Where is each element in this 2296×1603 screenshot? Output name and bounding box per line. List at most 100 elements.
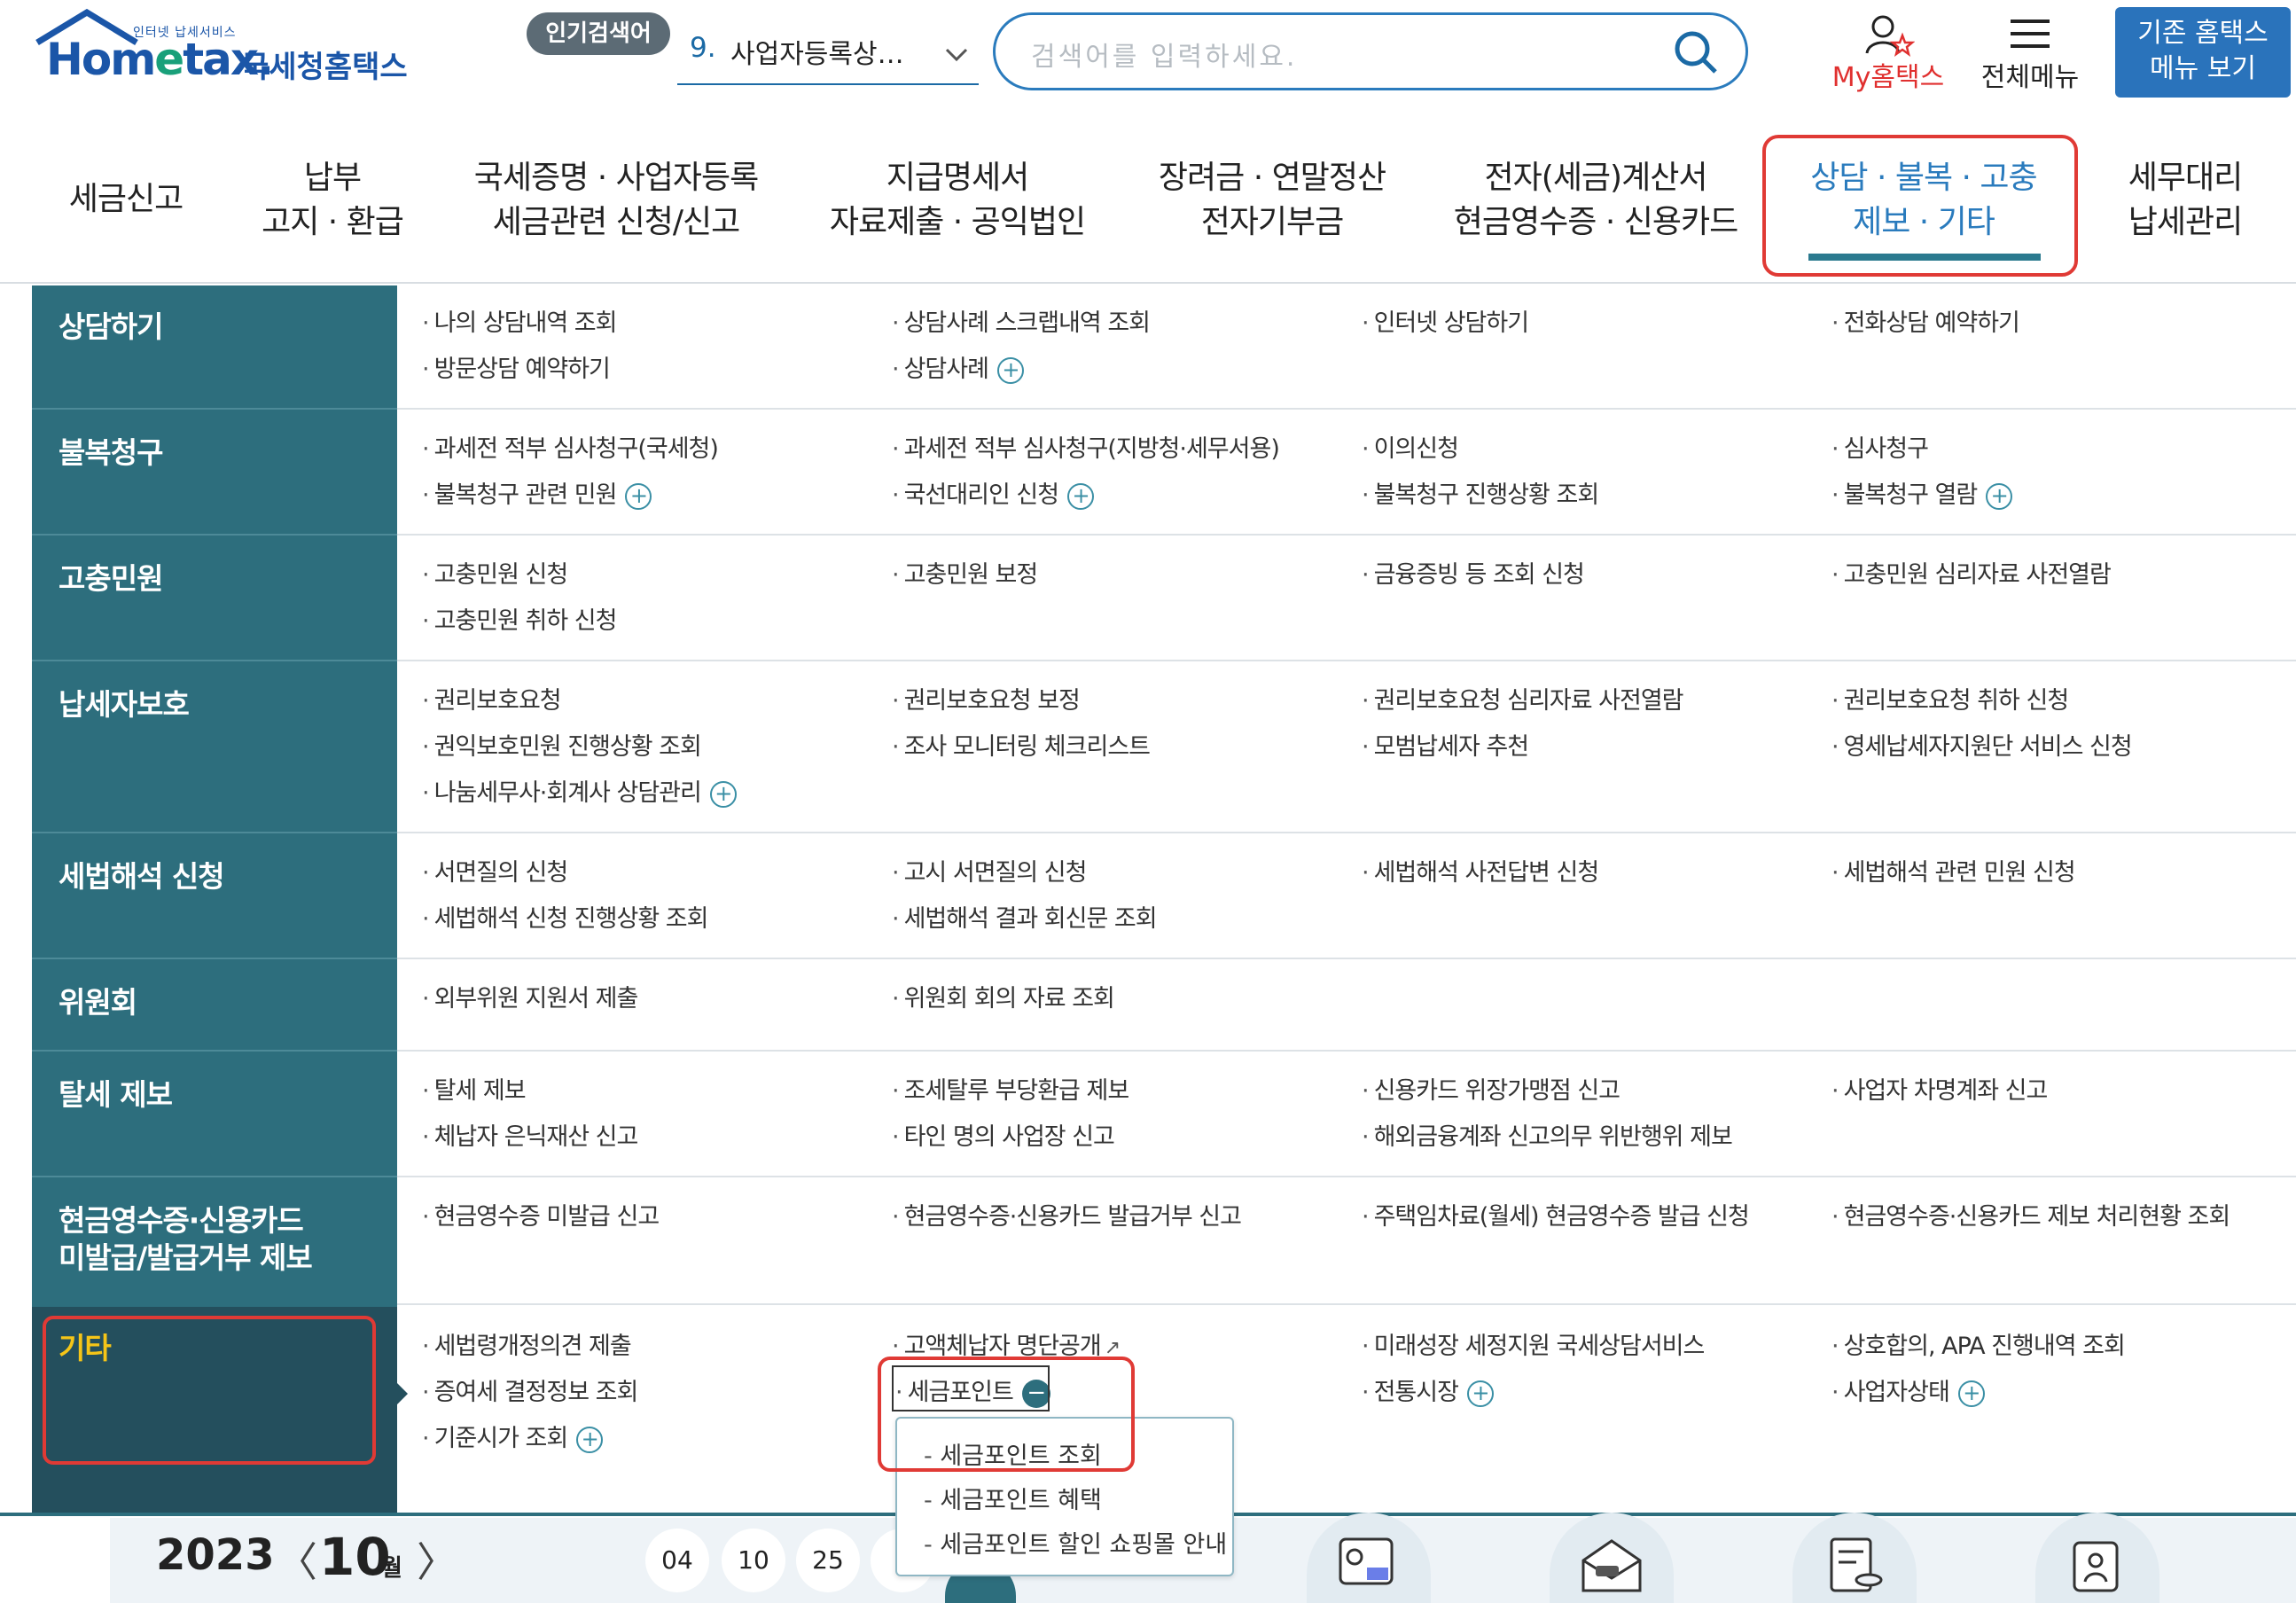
menu-item[interactable]: 체납자 은닉재산 신고 xyxy=(422,1117,639,1152)
calendar-day[interactable]: 04 xyxy=(645,1529,709,1592)
old-hometax-menu-button[interactable]: 기존 홈택스 메뉴 보기 xyxy=(2115,7,2291,98)
nav-label: 세무대리 xyxy=(2128,160,2243,196)
menu-item[interactable]: 권리보호요청 보정 xyxy=(892,681,1081,715)
menu-item[interactable]: 나의 상담내역 조회 xyxy=(422,303,618,338)
nav-e-invoice[interactable]: 전자(세금)계산서 현금영수증 · 신용카드 xyxy=(1445,156,1746,245)
menu-item-expandable[interactable]: 전통시장 + xyxy=(1362,1372,1494,1407)
menu-item-expandable[interactable]: 불복청구 관련 민원+ xyxy=(422,475,652,510)
plus-icon[interactable]: + xyxy=(1957,1380,1985,1407)
menu-item-expandable[interactable]: 국선대리인 신청 + xyxy=(892,475,1095,510)
menu-item[interactable]: 전화상담 예약하기 xyxy=(1831,303,2020,338)
menu-item[interactable]: 미래성장 세정지원 국세상담서비스 xyxy=(1362,1326,1706,1361)
plus-icon[interactable]: + xyxy=(709,780,737,808)
nav-tax-agent[interactable]: 세무대리 납세관리 xyxy=(2101,156,2269,245)
menu-item[interactable]: 영세납세자지원단 서비스 신청 xyxy=(1831,727,2133,762)
all-menu-label: 전체메뉴 xyxy=(1980,62,2080,93)
menu-item[interactable]: 고충민원 취하 신청 xyxy=(422,601,618,636)
nav-certificates[interactable]: 국세증명 · 사업자등록세금관련 신청/신고 xyxy=(461,156,771,245)
menu-item[interactable]: 현금영수증·신용카드 제보 처리현황 조회 xyxy=(1831,1197,2231,1232)
menu-item[interactable]: 권리보호요청 심리자료 사전열람 xyxy=(1362,681,1684,715)
menu-item[interactable]: 과세전 적부 심사청구(지방청·세무서용) xyxy=(892,429,1280,464)
menu-item[interactable]: 고시 서면질의 신청 xyxy=(892,853,1088,888)
plus-icon[interactable]: + xyxy=(576,1426,604,1453)
menu-item[interactable]: 불복청구 진행상황 조회 xyxy=(1362,475,1600,510)
menu-item[interactable]: 권리보호요청 xyxy=(422,681,562,715)
search-box[interactable]: 검색어를 입력하세요. xyxy=(993,12,1748,90)
plus-icon[interactable]: + xyxy=(1986,482,2013,510)
all-menu-button[interactable]: 전체메뉴 xyxy=(1972,9,2088,98)
menu-item[interactable]: 세법해석 신청 진행상황 조회 xyxy=(422,899,709,934)
calendar-day[interactable]: 25 xyxy=(796,1529,860,1592)
menu-item-expandable[interactable]: 기준시가 조회 + xyxy=(422,1419,604,1453)
nav-payment-statement[interactable]: 지급명세서 자료제출 · 공익법인 xyxy=(816,156,1099,245)
menu-item[interactable]: 세법해석 결과 회신문 조회 xyxy=(892,899,1158,934)
menu-item[interactable]: 방문상담 예약하기 xyxy=(422,349,611,384)
menu-item[interactable]: 서면질의 신청 xyxy=(422,853,569,888)
menu-item[interactable]: 사업자 차명계좌 신고 xyxy=(1831,1071,2049,1106)
menu-item[interactable]: 금융증빙 등 조회 신청 xyxy=(1362,555,1585,590)
menu-item[interactable]: 모범납세자 추천 xyxy=(1362,727,1529,762)
menu-item-expandable[interactable]: 상담사례 + xyxy=(892,349,1024,384)
calendar-day[interactable]: 10 xyxy=(722,1529,785,1592)
menu-item-expandable[interactable]: 사업자상태 + xyxy=(1831,1372,1985,1407)
menu-item[interactable]: 탈세 제보 xyxy=(422,1071,527,1106)
menu-item[interactable]: 현금영수증 미발급 신고 xyxy=(422,1197,660,1232)
category-appeal[interactable]: 불복청구 xyxy=(59,434,163,472)
category-grievance[interactable]: 고충민원 xyxy=(59,560,163,598)
nav-tax-filing[interactable]: 세금신고 xyxy=(55,177,197,222)
category-tax-law-interpretation[interactable]: 세법해석 신청 xyxy=(59,858,225,895)
menu-item[interactable]: 증여세 결정정보 조회 xyxy=(422,1372,639,1407)
menu-item[interactable]: 이의신청 xyxy=(1362,429,1459,464)
plus-icon[interactable]: + xyxy=(996,356,1024,384)
nav-payment[interactable]: 납부 고지 · 환급 xyxy=(248,156,417,245)
menu-item-label: 기준시가 조회 xyxy=(433,1425,569,1452)
my-hometax-button[interactable]: My홈택스 xyxy=(1826,9,1950,98)
chevron-left-icon[interactable]: 〈 xyxy=(277,1530,317,1589)
menu-item-label: 불복청구 관련 민원 xyxy=(433,481,618,509)
chevron-right-icon[interactable]: 〉 xyxy=(417,1530,457,1589)
category-consult[interactable]: 상담하기 xyxy=(59,309,163,346)
menu-item[interactable]: 세법해석 사전답변 신청 xyxy=(1362,853,1600,888)
category-taxpayer-protection[interactable]: 납세자보호 xyxy=(59,686,190,723)
nav-label: 국세증명 · 사업자등록 xyxy=(473,160,759,196)
menu-item[interactable]: 주택임차료(월세) 현금영수증 발급 신청 xyxy=(1362,1197,1750,1232)
search-input[interactable]: 검색어를 입력하세요. xyxy=(1031,35,1297,74)
menu-item[interactable]: 조사 모니터링 체크리스트 xyxy=(892,727,1151,762)
menu-item[interactable]: 외부위원 지원서 제출 xyxy=(422,979,639,1013)
nav-incentives[interactable]: 장려금 · 연말정산 전자기부금 xyxy=(1144,156,1401,245)
menu-item-expandable[interactable]: 나눔세무사·회계사 상담관리+ xyxy=(422,773,737,808)
plus-icon[interactable]: + xyxy=(1067,482,1095,510)
menu-item[interactable]: 인터넷 상담하기 xyxy=(1362,303,1529,338)
menu-item[interactable]: 세법해석 관련 민원 신청 xyxy=(1831,853,2076,888)
submenu-item[interactable]: 세금포인트 혜택 xyxy=(924,1481,1101,1515)
menu-item[interactable]: 권리보호요청 취하 신청 xyxy=(1831,681,2070,715)
menu-item[interactable]: 상담사례 스크랩내역 조회 xyxy=(892,303,1151,338)
nav-label: 장려금 · 연말정산 xyxy=(1158,160,1386,196)
menu-item[interactable]: 세법령개정의견 제출 xyxy=(422,1326,632,1361)
popular-search-select[interactable]: 9. 사업자등록상… xyxy=(677,25,979,85)
menu-item[interactable]: 위원회 회의 자료 조회 xyxy=(892,979,1115,1013)
menu-item[interactable]: 고충민원 신청 xyxy=(422,555,569,590)
menu-item[interactable]: 심사청구 xyxy=(1831,429,1929,464)
category-committee[interactable]: 위원회 xyxy=(59,984,137,1021)
menu-item[interactable]: 현금영수증·신용카드 발급거부 신고 xyxy=(892,1197,1242,1232)
category-cash-receipt-report[interactable]: 현금영수증·신용카드 미발급/발급거부 제보 xyxy=(59,1202,313,1277)
nav-label: 세금관련 신청/신고 xyxy=(492,204,741,240)
search-icon[interactable] xyxy=(1671,27,1721,77)
plus-icon[interactable]: + xyxy=(1466,1380,1494,1407)
category-tax-evasion-report[interactable]: 탈세 제보 xyxy=(59,1076,173,1114)
menu-item[interactable]: 권익보호민원 진행상황 조회 xyxy=(422,727,702,762)
menu-item-expandable[interactable]: 불복청구 열람+ xyxy=(1831,475,2013,510)
menu-item[interactable]: 조세탈루 부당환급 제보 xyxy=(892,1071,1130,1106)
menu-item[interactable]: 고충민원 보정 xyxy=(892,555,1039,590)
menu-item[interactable]: 고충민원 심리자료 사전열람 xyxy=(1831,555,2112,590)
menu-item[interactable]: 해외금융계좌 신고의무 위반행위 제보 xyxy=(1362,1117,1733,1152)
menu-item[interactable]: 신용카드 위장가맹점 신고 xyxy=(1362,1071,1620,1106)
menu-item[interactable]: 상호합의, APA 진행내역 조회 xyxy=(1831,1326,2126,1361)
my-hometax-label: My홈택스 xyxy=(1831,62,1945,93)
menu-item[interactable]: 타인 명의 사업장 신고 xyxy=(892,1117,1115,1152)
plus-icon[interactable]: + xyxy=(625,482,652,510)
menu-item[interactable]: 과세전 적부 심사청구(국세청) xyxy=(422,429,719,464)
popular-rank: 9. xyxy=(690,32,716,64)
submenu-item[interactable]: 세금포인트 할인 쇼핑몰 안내 xyxy=(924,1525,1227,1560)
